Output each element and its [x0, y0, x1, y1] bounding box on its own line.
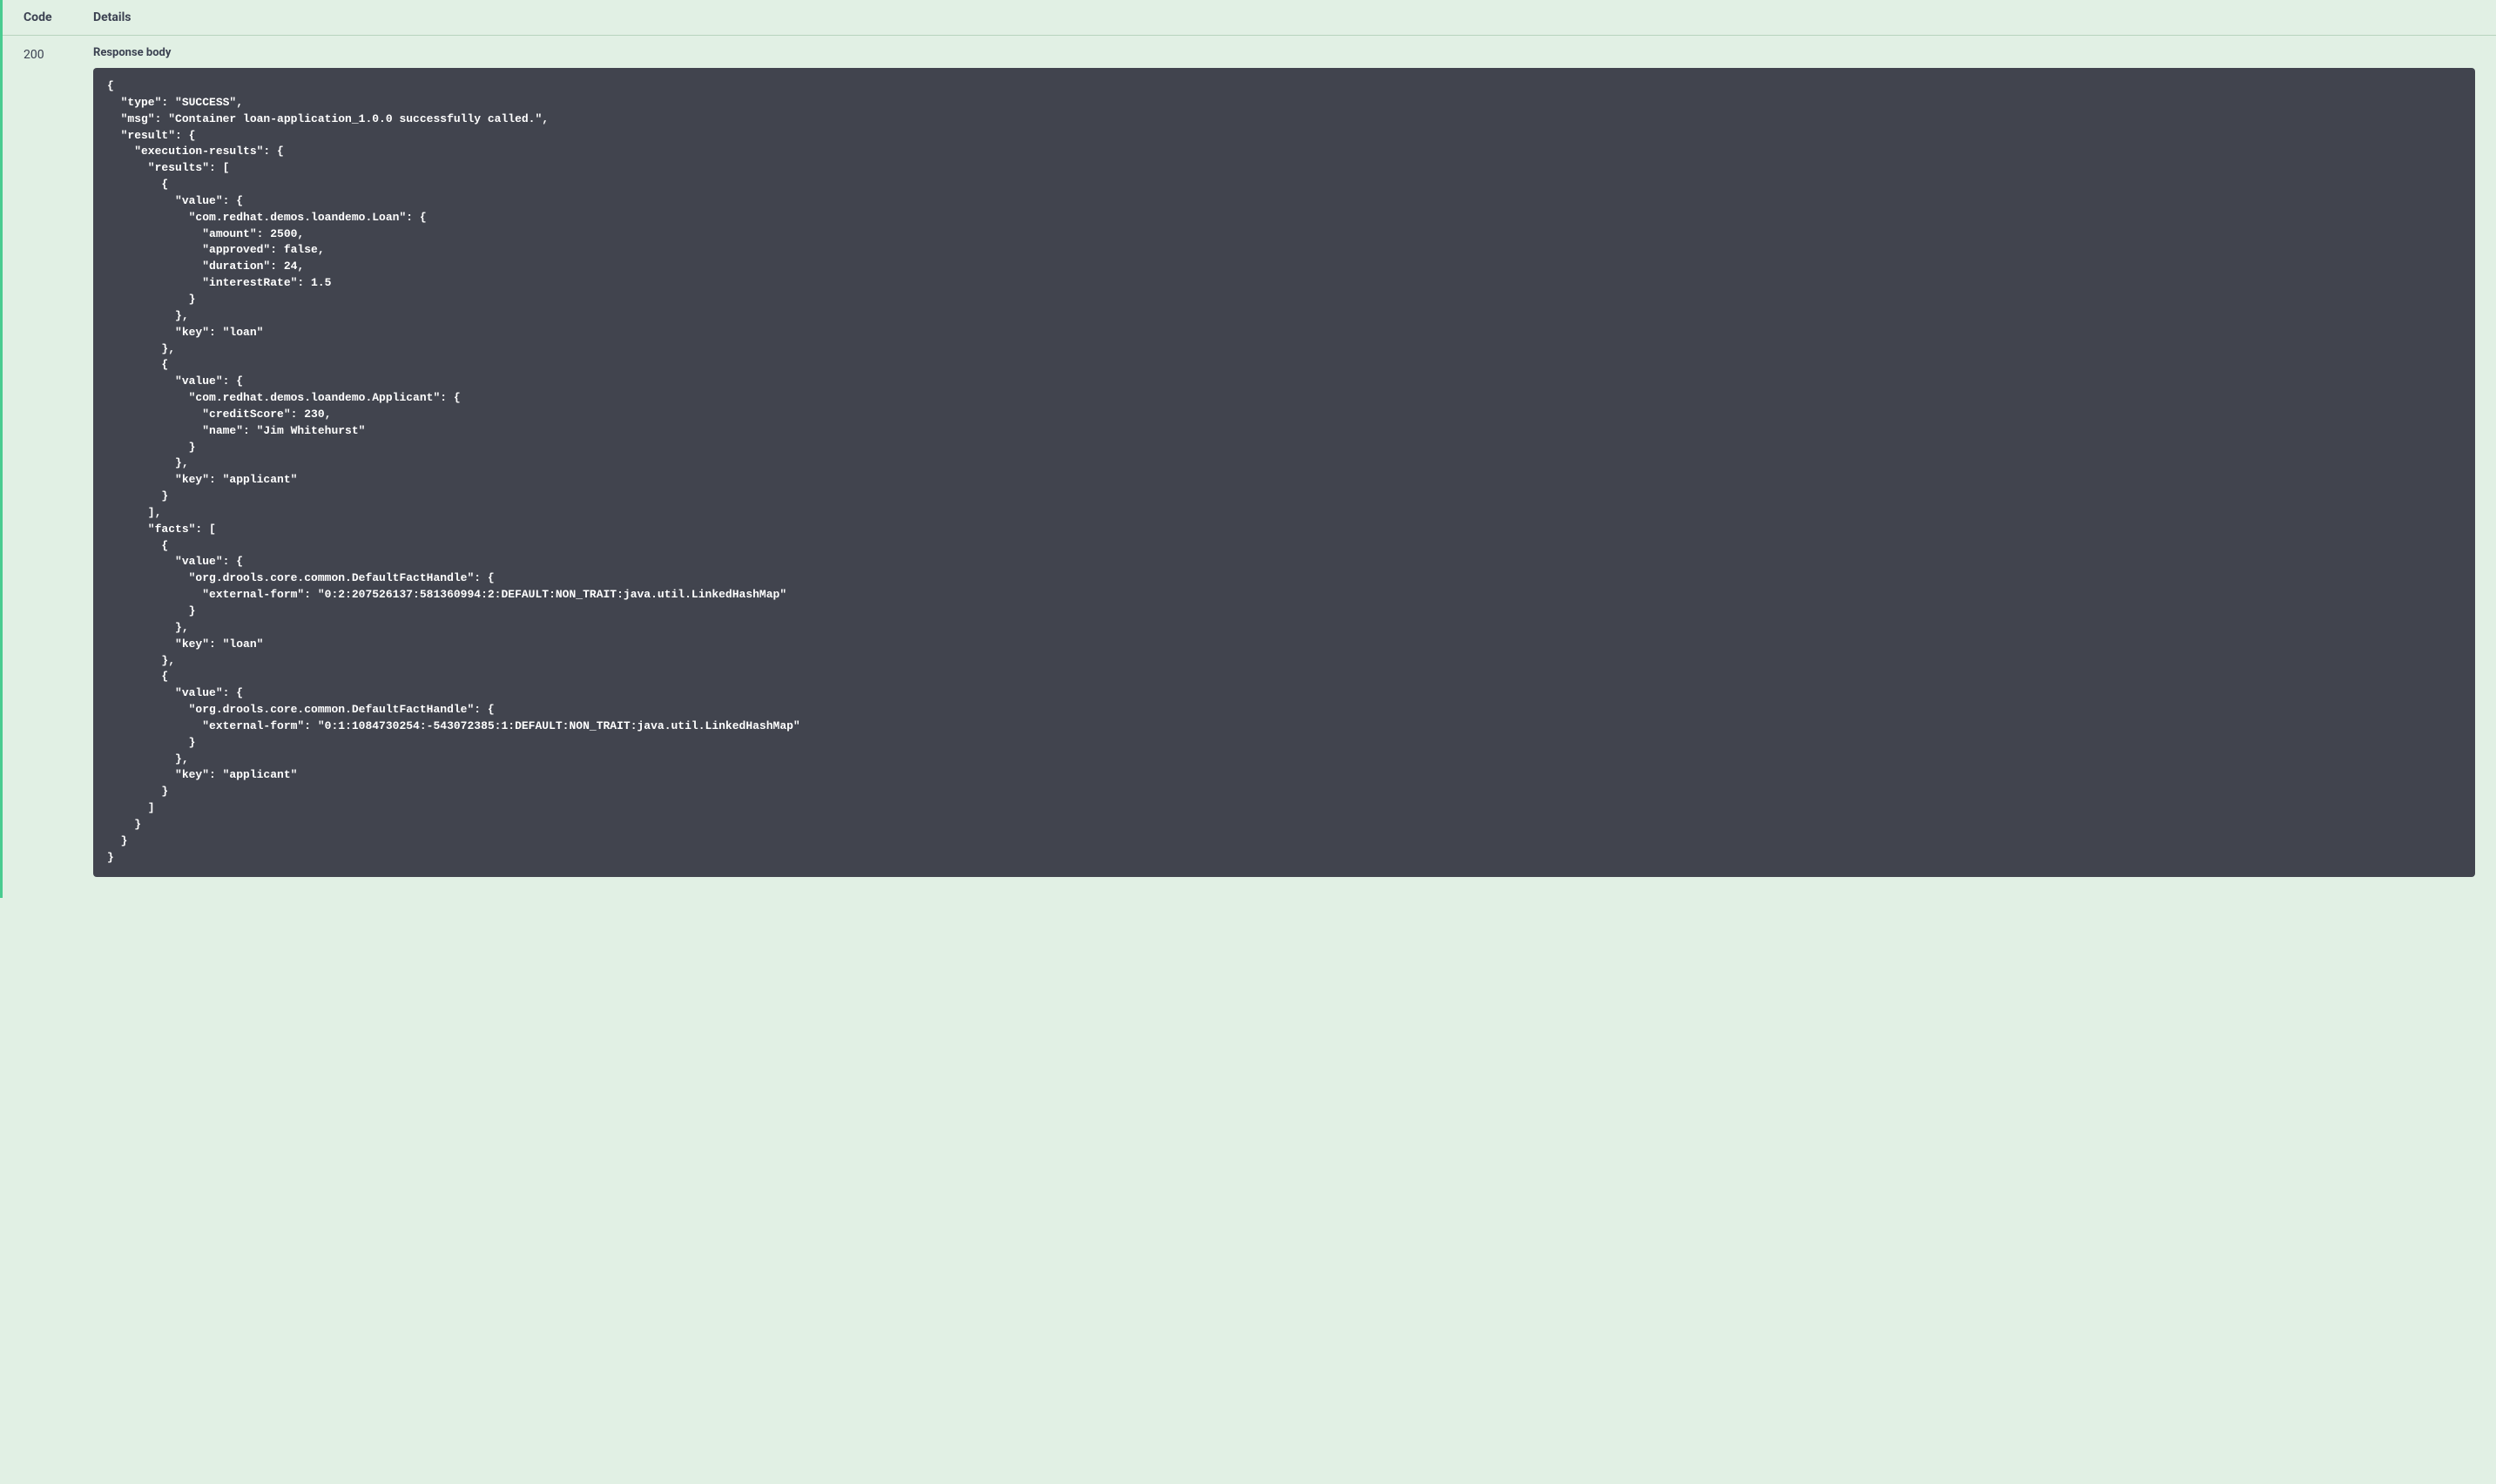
details-header: Details: [93, 10, 2475, 24]
response-body-label: Response body: [93, 46, 2475, 59]
status-code: 200: [24, 46, 93, 877]
details-content: Response body { "type": "SUCCESS", "msg"…: [93, 46, 2475, 877]
table-header-row: Code Details: [3, 0, 2496, 36]
response-panel: Code Details 200 Response body { "type":…: [0, 0, 2496, 898]
code-header: Code: [24, 10, 93, 24]
table-row: 200 Response body { "type": "SUCCESS", "…: [3, 36, 2496, 898]
response-body-code[interactable]: { "type": "SUCCESS", "msg": "Container l…: [93, 68, 2475, 877]
